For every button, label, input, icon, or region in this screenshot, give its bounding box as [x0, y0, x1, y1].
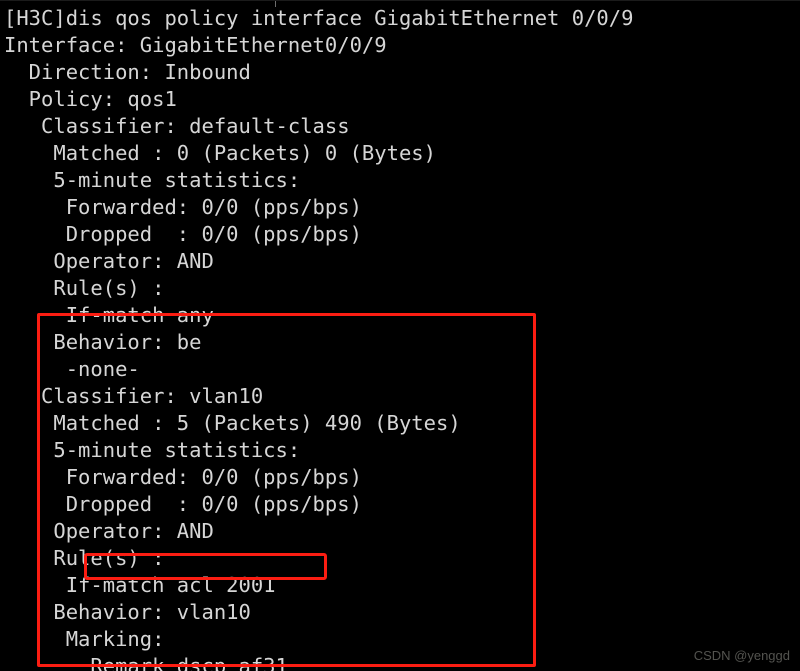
terminal-line-behavior-vlan10: Behavior: vlan10: [4, 600, 251, 624]
terminal-line-remark-vlan10: Remark dscp af31: [4, 654, 288, 671]
terminal-line-classifier-default: Classifier: default-class: [4, 114, 350, 138]
terminal-line-prompt: [H3C]dis qos policy interface GigabitEth…: [4, 6, 634, 30]
terminal-line-ifmatch-vlan10: If-match acl 2001: [4, 573, 276, 597]
terminal-line-forwarded-default: Forwarded: 0/0 (pps/bps): [4, 195, 362, 219]
terminal-line-matched-default: Matched : 0 (Packets) 0 (Bytes): [4, 141, 436, 165]
terminal-screen: [H3C]dis qos policy interface GigabitEth…: [0, 0, 800, 671]
terminal-line-ifmatch-default: If-match any: [4, 303, 214, 327]
terminal-line-matched-vlan10: Matched : 5 (Packets) 490 (Bytes): [4, 411, 461, 435]
terminal-line-stats-vlan10: 5-minute statistics:: [4, 438, 301, 462]
terminal-line-marking-vlan10: Marking:: [4, 627, 165, 651]
terminal-line-direction: Direction: Inbound: [4, 60, 251, 84]
terminal-line-classifier-vlan10: Classifier: vlan10: [4, 384, 264, 408]
terminal-line-dropped-default: Dropped : 0/0 (pps/bps): [4, 222, 362, 246]
terminal-line-rules-vlan10: Rule(s) :: [4, 546, 165, 570]
terminal-line-interface: Interface: GigabitEthernet0/0/9: [4, 33, 387, 57]
terminal-output[interactable]: [H3C]dis qos policy interface GigabitEth…: [4, 5, 800, 671]
terminal-line-behavior-default: Behavior: be: [4, 330, 202, 354]
terminal-line-forwarded-vlan10: Forwarded: 0/0 (pps/bps): [4, 465, 362, 489]
terminal-line-rules-default: Rule(s) :: [4, 276, 165, 300]
window-top-edge: [0, 0, 800, 7]
terminal-line-operator-vlan10: Operator: AND: [4, 519, 214, 543]
watermark-text: CSDN @yenggd: [693, 648, 790, 663]
terminal-line-policy: Policy: qos1: [4, 87, 177, 111]
terminal-line-none-default: -none-: [4, 357, 140, 381]
terminal-line-dropped-vlan10: Dropped : 0/0 (pps/bps): [4, 492, 362, 516]
terminal-line-stats-default: 5-minute statistics:: [4, 168, 301, 192]
terminal-line-operator-default: Operator: AND: [4, 249, 214, 273]
